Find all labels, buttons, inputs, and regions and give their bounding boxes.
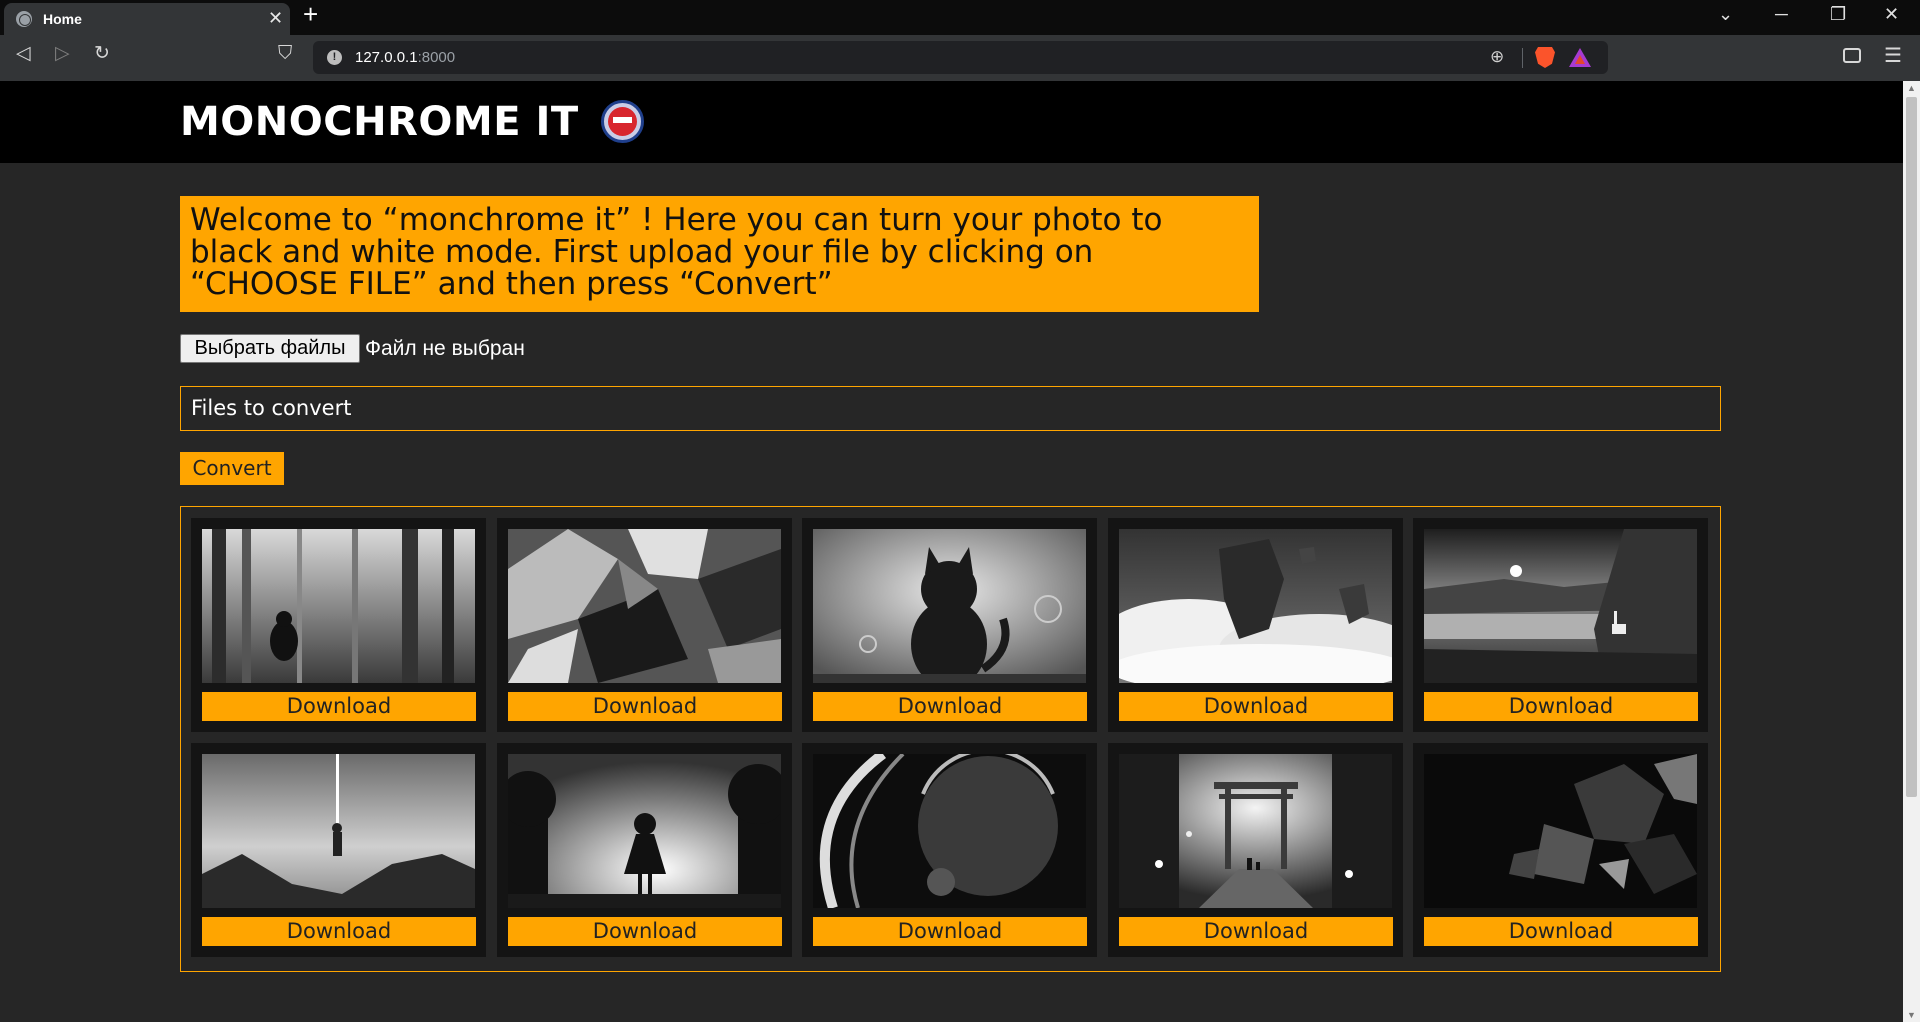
file-status-text: Файл не выбран xyxy=(365,337,525,360)
tab-title: Home xyxy=(43,11,82,27)
browser-tab-strip: Home ✕ + ⌄ ─ ❐ ✕ xyxy=(0,0,1920,35)
browser-toolbar: ◁ ▷ ↻ ⛉ ! 127.0.0.1:8000 ⊕ ☰ xyxy=(0,35,1920,81)
download-button[interactable]: Download xyxy=(508,917,782,946)
forest-figure-image xyxy=(202,529,475,683)
site-title: MONOCHROME IT xyxy=(180,99,579,145)
shattered-fragments-image xyxy=(508,529,781,683)
brave-shields-icon[interactable] xyxy=(1535,47,1555,68)
convert-button[interactable]: Convert xyxy=(180,452,284,485)
choose-file-button[interactable]: Выбрать файлы xyxy=(180,334,360,363)
gallery-card: Download xyxy=(802,518,1097,732)
gallery-card: Download xyxy=(191,518,486,732)
page-viewport: MONOCHROME IT Welcome to “monchrome it” … xyxy=(0,81,1903,1022)
page-scrollbar[interactable]: ▲ ▼ xyxy=(1903,81,1920,1022)
gallery-card: Download xyxy=(1413,743,1708,957)
close-tab-icon[interactable]: ✕ xyxy=(268,9,283,27)
download-button[interactable]: Download xyxy=(1424,692,1698,721)
download-button[interactable]: Download xyxy=(813,692,1087,721)
wallet-icon[interactable] xyxy=(1843,48,1861,63)
tab-search-icon[interactable]: ⌄ xyxy=(1718,5,1733,23)
lake-deer-image xyxy=(1424,529,1697,683)
back-icon[interactable]: ◁ xyxy=(16,44,31,63)
download-button[interactable]: Download xyxy=(1424,917,1698,946)
download-button[interactable]: Download xyxy=(202,692,476,721)
new-tab-button[interactable]: + xyxy=(303,1,318,27)
gallery-card: Download xyxy=(802,743,1097,957)
site-info-icon[interactable]: ! xyxy=(327,50,342,65)
restore-icon[interactable]: ❐ xyxy=(1830,5,1846,23)
gallery-card: Download xyxy=(1108,518,1403,732)
files-to-convert-box: Files to convert xyxy=(180,386,1721,431)
torii-gate-image xyxy=(1119,754,1392,908)
minimize-icon[interactable]: ─ xyxy=(1775,5,1788,23)
download-button[interactable]: Download xyxy=(1119,917,1393,946)
gallery-card: Download xyxy=(497,518,792,732)
girl-silhouette-image xyxy=(508,754,781,908)
gallery-card: Download xyxy=(497,743,792,957)
scroll-thumb[interactable] xyxy=(1906,97,1917,797)
falling-figure-image xyxy=(202,754,475,908)
reload-icon[interactable]: ↻ xyxy=(94,44,110,63)
site-header: MONOCHROME IT xyxy=(0,81,1903,163)
download-button[interactable]: Download xyxy=(508,692,782,721)
gallery-card: Download xyxy=(191,743,486,957)
bookmark-icon[interactable]: ⛉ xyxy=(278,44,292,63)
download-button[interactable]: Download xyxy=(202,917,476,946)
welcome-message: Welcome to “monchrome it” ! Here you can… xyxy=(180,196,1259,312)
dark-shards-image xyxy=(1424,754,1697,908)
scroll-down-arrow-icon[interactable]: ▼ xyxy=(1907,1010,1916,1020)
menu-icon[interactable]: ☰ xyxy=(1884,43,1902,68)
globe-icon xyxy=(16,11,32,27)
converted-gallery: Download Download Download Download Down… xyxy=(180,506,1721,972)
floating-rock-image xyxy=(1119,529,1392,683)
window-close-icon[interactable]: ✕ xyxy=(1884,5,1899,23)
url-host: 127.0.0.1 xyxy=(355,49,418,66)
url-port: :8000 xyxy=(417,49,456,66)
address-bar[interactable]: ! 127.0.0.1:8000 ⊕ xyxy=(313,41,1608,74)
address-separator xyxy=(1522,48,1523,68)
download-button[interactable]: Download xyxy=(813,917,1087,946)
emblem-logo xyxy=(601,100,644,143)
scroll-up-arrow-icon[interactable]: ▲ xyxy=(1907,83,1916,93)
download-button[interactable]: Download xyxy=(1119,692,1393,721)
zoom-icon[interactable]: ⊕ xyxy=(1490,47,1504,67)
gallery-card: Download xyxy=(1108,743,1403,957)
planet-space-image xyxy=(813,754,1086,908)
brave-rewards-icon[interactable] xyxy=(1569,48,1591,67)
url-text[interactable]: 127.0.0.1:8000 xyxy=(355,49,455,66)
forward-icon[interactable]: ▷ xyxy=(55,44,70,63)
gallery-card: Download xyxy=(1413,518,1708,732)
cat-silhouette-image xyxy=(813,529,1086,683)
browser-tab[interactable]: Home ✕ xyxy=(4,3,290,35)
